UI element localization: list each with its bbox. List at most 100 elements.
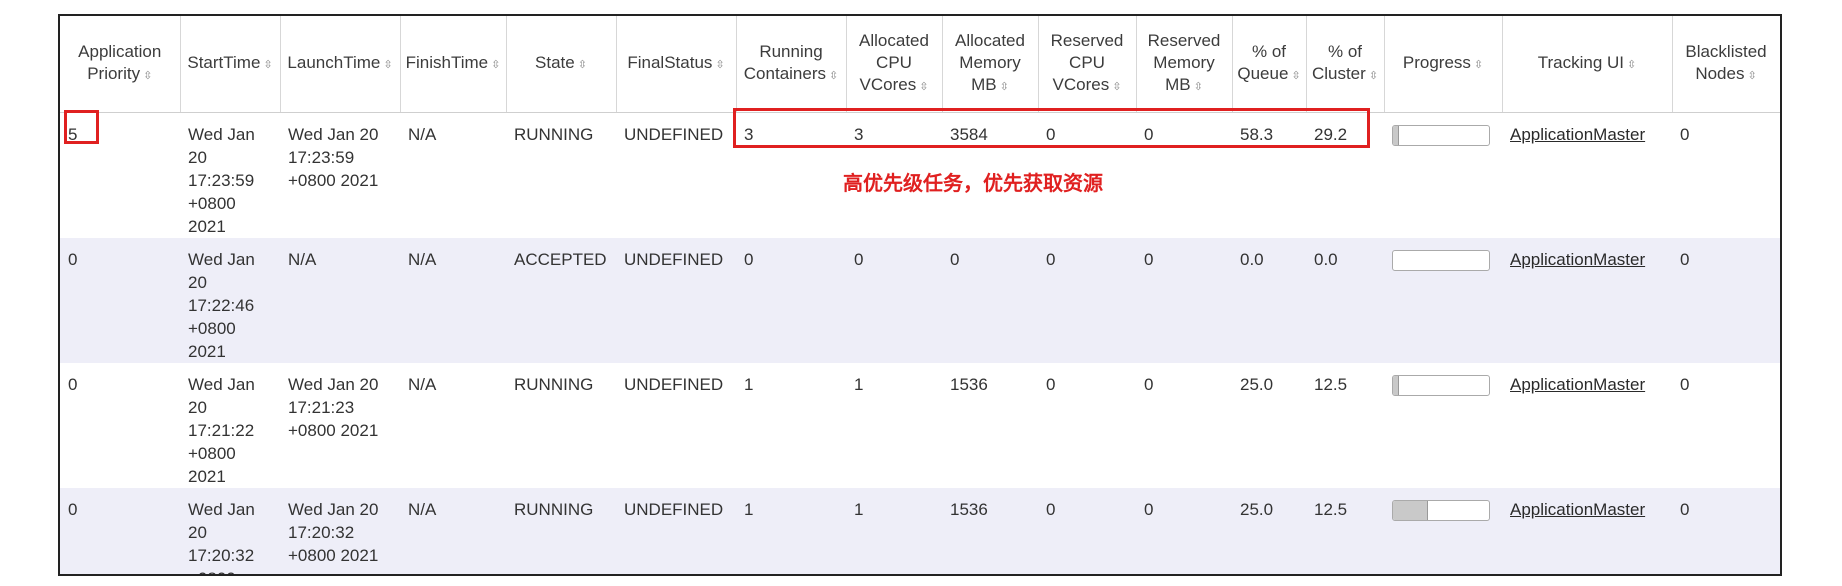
state-cell: RUNNING: [514, 125, 594, 144]
column-header-label: Allocated Memory MB: [955, 31, 1025, 94]
running-containers-cell: 1: [744, 375, 754, 394]
sort-icon[interactable]: ⇳: [143, 70, 152, 82]
sort-icon[interactable]: ⇳: [383, 59, 392, 71]
column-header[interactable]: Blacklisted Nodes ⇳: [1672, 16, 1780, 113]
sort-icon[interactable]: ⇳: [1291, 70, 1300, 82]
header-row: Application Priority ⇳ StartTime ⇳ LaunchTim…: [60, 16, 1780, 113]
sort-icon[interactable]: ⇳: [1474, 59, 1483, 71]
progress-bar-fill: [1393, 501, 1428, 520]
progress-bar: [1392, 500, 1490, 521]
column-header-label: StartTime: [187, 53, 261, 72]
progress-cell: [1384, 488, 1502, 574]
queue-percent-cell: 58.3: [1240, 125, 1274, 144]
priority-cell: 5: [68, 125, 78, 144]
application-master-link[interactable]: ApplicationMaster: [1510, 500, 1645, 519]
finish-time-cell: N/A: [408, 500, 437, 519]
sort-icon[interactable]: ⇳: [1112, 81, 1121, 93]
column-header[interactable]: StartTime ⇳: [180, 16, 281, 113]
allocated-memory-cell: 1536: [950, 500, 988, 519]
column-header[interactable]: LaunchTime ⇳: [280, 16, 401, 113]
sort-icon[interactable]: ⇳: [1194, 81, 1203, 93]
cluster-percent-cell: 29.2: [1314, 125, 1348, 144]
state-cell: RUNNING: [514, 500, 594, 519]
reserved-vcores-cell: 0: [1046, 500, 1056, 519]
sort-icon[interactable]: ⇳: [715, 59, 724, 71]
progress-cell: [1384, 238, 1502, 363]
queue-percent-cell: 25.0: [1240, 500, 1274, 519]
launch-time-cell: Wed Jan 20 17:21:23 +0800 2021: [288, 375, 379, 440]
column-header-label: Running Containers: [743, 42, 826, 83]
application-master-link[interactable]: ApplicationMaster: [1510, 250, 1645, 269]
sort-icon[interactable]: ⇳: [578, 59, 587, 71]
applications-table-frame: Application Priority ⇳ StartTime ⇳ LaunchTim…: [58, 14, 1782, 576]
column-header[interactable]: Reserved CPU VCores ⇳: [1038, 16, 1137, 113]
column-header[interactable]: Allocated CPU VCores ⇳: [846, 16, 943, 113]
state-cell: RUNNING: [514, 375, 594, 394]
launch-time-cell: Wed Jan 20 17:23:59 +0800 2021: [288, 125, 379, 190]
sort-icon[interactable]: ⇳: [263, 59, 272, 71]
state-cell: ACCEPTED: [514, 250, 607, 269]
finish-time-cell: N/A: [408, 125, 437, 144]
applications-table: Application Priority ⇳ StartTime ⇳ LaunchTim…: [60, 16, 1780, 574]
column-header[interactable]: Reserved Memory MB ⇳: [1136, 16, 1233, 113]
column-header[interactable]: State ⇳: [506, 16, 617, 113]
annotation-text: 高优先级任务，优先获取资源: [843, 171, 1103, 195]
launch-time-cell: Wed Jan 20 17:20:32 +0800 2021: [288, 500, 379, 565]
final-status-cell: UNDEFINED: [624, 125, 724, 144]
final-status-cell: UNDEFINED: [624, 375, 724, 394]
sort-icon[interactable]: ⇳: [491, 59, 500, 71]
tracking-ui-cell: ApplicationMaster: [1502, 113, 1672, 239]
running-containers-cell: 3: [744, 125, 754, 144]
sort-icon[interactable]: ⇳: [919, 81, 928, 93]
sort-icon[interactable]: ⇳: [1627, 59, 1636, 71]
start-time-cell: Wed Jan 20 17:22:46 +0800 2021: [188, 250, 255, 361]
blacklisted-nodes-cell: 0: [1680, 250, 1690, 269]
table-row: 0 Wed Jan 20 17:22:46 +0800 2021 N/A N/A ACC…: [60, 238, 1780, 363]
progress-bar-fill: [1393, 126, 1399, 145]
column-header[interactable]: % of Queue ⇳: [1232, 16, 1307, 113]
column-header[interactable]: % of Cluster ⇳: [1306, 16, 1385, 113]
column-header[interactable]: Application Priority ⇳: [60, 16, 181, 113]
column-header-label: LaunchTime: [287, 53, 381, 72]
priority-cell: 0: [68, 250, 78, 269]
allocated-memory-cell: 1536: [950, 375, 988, 394]
launch-time-cell: N/A: [288, 250, 317, 269]
progress-cell: [1384, 113, 1502, 239]
allocated-memory-cell: 0: [950, 250, 960, 269]
allocated-vcores-cell: 1: [854, 375, 864, 394]
application-master-link[interactable]: ApplicationMaster: [1510, 375, 1645, 394]
finish-time-cell: N/A: [408, 250, 437, 269]
column-header-label: % of Queue: [1237, 42, 1289, 83]
column-header-label: Progress: [1402, 53, 1471, 72]
column-header[interactable]: FinishTime ⇳: [400, 16, 507, 113]
table-row: 0 Wed Jan 20 17:21:22 +0800 2021 Wed Jan 2…: [60, 363, 1780, 488]
column-header-label: % of Cluster: [1311, 42, 1366, 83]
blacklisted-nodes-cell: 0: [1680, 375, 1690, 394]
column-header-label: State: [535, 53, 575, 72]
reserved-vcores-cell: 0: [1046, 375, 1056, 394]
sort-icon[interactable]: ⇳: [829, 70, 838, 82]
column-header[interactable]: Running Containers ⇳: [736, 16, 847, 113]
tracking-ui-cell: ApplicationMaster: [1502, 238, 1672, 363]
progress-bar: [1392, 375, 1490, 396]
final-status-cell: UNDEFINED: [624, 250, 724, 269]
sort-icon[interactable]: ⇳: [1369, 70, 1378, 82]
tracking-ui-cell: ApplicationMaster: [1502, 363, 1672, 488]
reserved-memory-cell: 0: [1144, 250, 1154, 269]
priority-cell: 0: [68, 375, 78, 394]
column-header[interactable]: Tracking UI ⇳: [1502, 16, 1673, 113]
final-status-cell: UNDEFINED: [624, 500, 724, 519]
column-header-label: Tracking UI: [1537, 53, 1625, 72]
column-header[interactable]: Progress ⇳: [1384, 16, 1503, 113]
blacklisted-nodes-cell: 0: [1680, 125, 1690, 144]
application-master-link[interactable]: ApplicationMaster: [1510, 125, 1645, 144]
column-header-label: FinalStatus: [627, 53, 713, 72]
progress-bar: [1392, 250, 1490, 271]
column-header[interactable]: FinalStatus ⇳: [616, 16, 737, 113]
queue-percent-cell: 25.0: [1240, 375, 1274, 394]
running-containers-cell: 1: [744, 500, 754, 519]
column-header[interactable]: Allocated Memory MB ⇳: [942, 16, 1039, 113]
sort-icon[interactable]: ⇳: [1000, 81, 1009, 93]
sort-icon[interactable]: ⇳: [1747, 70, 1756, 82]
table-row: 0 Wed Jan 20 17:20:32 +0800 Wed Jan 20 17:…: [60, 488, 1780, 574]
